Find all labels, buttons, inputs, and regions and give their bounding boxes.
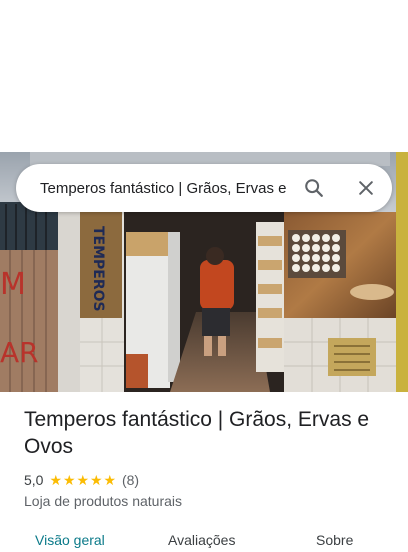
tab-reviews[interactable]: Avaliações xyxy=(168,532,235,548)
tab-about[interactable]: Sobre xyxy=(316,532,353,548)
wall-graffiti-2: AR xyxy=(0,336,39,369)
star-icon: ★ xyxy=(103,472,117,488)
star-rating: ★ ★ ★ ★ ★ xyxy=(49,473,117,487)
star-icon: ★ xyxy=(49,472,63,488)
star-icon: ★ xyxy=(62,472,76,488)
rating-value: 5,0 xyxy=(24,472,44,488)
store-sign: TEMPEROS xyxy=(90,226,106,312)
rating-row[interactable]: 5,0 ★ ★ ★ ★ ★ (8) xyxy=(24,470,394,490)
search-icon xyxy=(305,179,323,197)
wall-graffiti: M xyxy=(0,267,26,302)
clear-search-button[interactable] xyxy=(350,172,382,204)
search-button[interactable] xyxy=(298,172,330,204)
place-category[interactable]: Loja de produtos naturais xyxy=(24,493,394,509)
place-tabs: Visão geral Avaliações Sobre xyxy=(0,528,408,552)
search-input[interactable]: Temperos fantástico | Grãos, Ervas e Ovo… xyxy=(40,164,288,212)
search-bar[interactable]: Temperos fantástico | Grãos, Ervas e Ovo… xyxy=(16,164,392,212)
place-info: Temperos fantástico | Grãos, Ervas e Ovo… xyxy=(24,406,394,509)
close-icon xyxy=(359,181,373,195)
star-icon: ★ xyxy=(76,472,90,488)
tab-overview[interactable]: Visão geral xyxy=(35,532,105,548)
star-icon: ★ xyxy=(89,472,103,488)
place-title: Temperos fantástico | Grãos, Ervas e Ovo… xyxy=(24,408,370,458)
review-count[interactable]: (8) xyxy=(122,472,139,488)
